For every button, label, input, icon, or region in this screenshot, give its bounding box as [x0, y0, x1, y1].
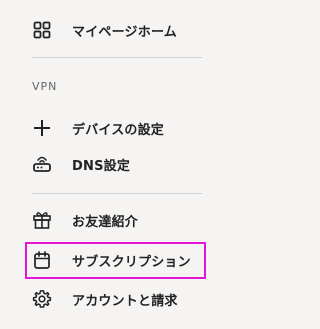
menu-item-label: アカウントと請求 [72, 293, 178, 309]
menu-item-subscription[interactable]: サブスクリプション [32, 247, 191, 273]
router-icon [32, 154, 52, 174]
divider [32, 193, 202, 194]
menu-item-account-billing[interactable]: アカウントと請求 [32, 286, 178, 312]
menu-item-label: お友達紹介 [72, 214, 139, 230]
menu-item-label: サブスクリプション [72, 254, 191, 270]
menu-item-mypage-home[interactable]: マイページホーム [32, 17, 177, 43]
menu-item-dns-settings[interactable]: DNS設定 [32, 151, 130, 177]
menu-item-device-settings[interactable]: デバイスの設定 [32, 115, 164, 141]
gear-icon [32, 289, 52, 309]
sidebar-menu: マイページホーム VPN デバイスの設定 DNS設定 お友達紹介 サブスクリプシ… [0, 0, 237, 329]
menu-item-label: マイページホーム [72, 24, 177, 40]
gift-icon [32, 210, 52, 230]
calendar-icon [32, 250, 52, 270]
divider [32, 57, 202, 58]
menu-item-refer-friend[interactable]: お友達紹介 [32, 207, 138, 233]
menu-item-label: デバイスの設定 [72, 122, 165, 138]
menu-item-label: DNS設定 [72, 158, 131, 174]
section-label-vpn: VPN [32, 80, 58, 93]
plus-icon [32, 118, 52, 138]
grid-icon [32, 20, 52, 40]
